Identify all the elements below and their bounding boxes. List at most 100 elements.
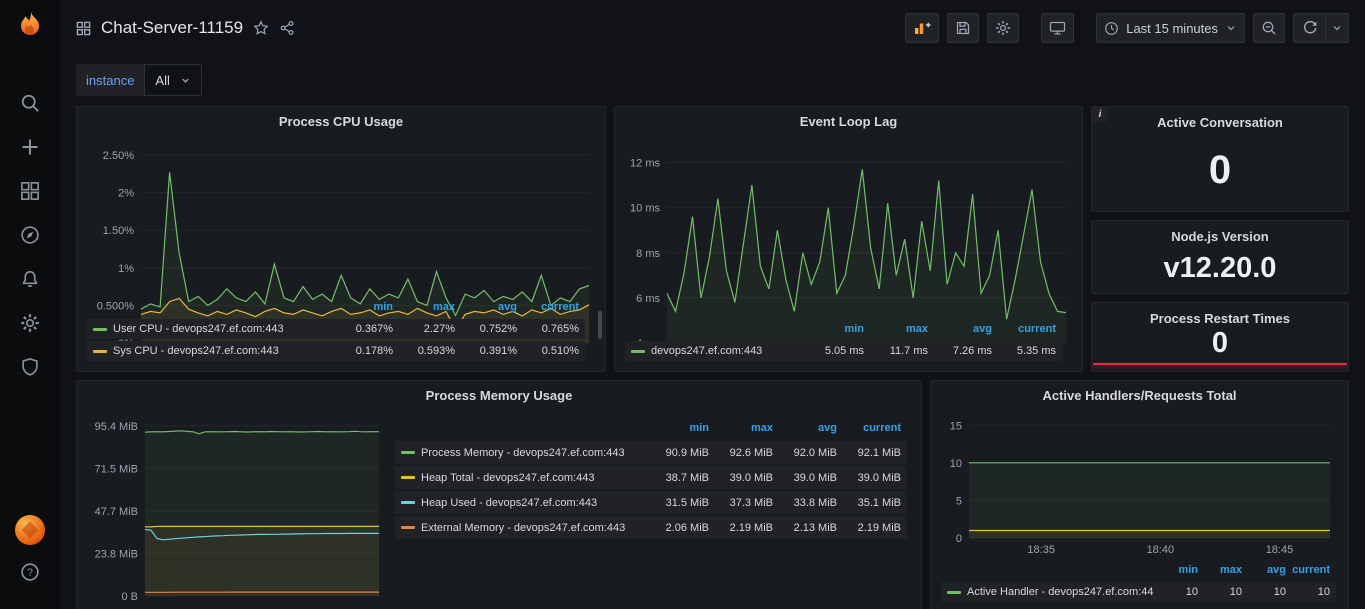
sidebar-item-search[interactable]	[19, 92, 41, 114]
legend-value: 2.06 MiB	[645, 522, 709, 534]
dashboard: instance All Process CPU Usage 0%0.500%1…	[60, 56, 1365, 609]
sidebar-item-create[interactable]	[19, 136, 41, 158]
grafana-logo[interactable]	[14, 10, 46, 42]
panel-title[interactable]: Process Restart Times	[1092, 303, 1348, 326]
share-icon[interactable]	[279, 20, 295, 36]
legend-header[interactable]: avg	[1242, 564, 1286, 576]
legend-header[interactable]: max	[1198, 564, 1242, 576]
legend-row[interactable]: Sys CPU - devops247.ef.com:4430.178%0.59…	[87, 341, 585, 361]
legend-row[interactable]: devops247.ef.com:4435.05 ms11.7 ms7.26 m…	[625, 341, 1062, 361]
series-name[interactable]: Active Handler - devops247.ef.com:443	[967, 586, 1154, 598]
svg-text:12 ms: 12 ms	[630, 158, 660, 170]
svg-text:5: 5	[956, 495, 962, 507]
sidebar-item-explore[interactable]	[19, 224, 41, 246]
variable-value-dropdown[interactable]: All	[144, 64, 201, 96]
legend-header[interactable]: avg	[928, 323, 992, 335]
series-name[interactable]: Heap Total - devops247.ef.com:443	[421, 472, 594, 484]
sidebar-item-server-admin[interactable]	[19, 356, 41, 378]
sidebar-item-help[interactable]: ?	[19, 561, 41, 583]
chevron-down-icon	[1331, 22, 1343, 34]
series-name[interactable]: Process Memory - devops247.ef.com:443	[421, 447, 625, 459]
legend-header[interactable]: min	[645, 422, 709, 434]
svg-text:2.50%: 2.50%	[103, 150, 134, 162]
legend-row[interactable]: User CPU - devops247.ef.com:4430.367%2.2…	[87, 319, 585, 339]
cycle-view-button[interactable]	[1041, 13, 1074, 43]
legend-value: 38.7 MiB	[645, 472, 709, 484]
legend-value: 0.593%	[393, 345, 455, 357]
legend-row[interactable]: External Memory - devops247.ef.com:443 2.…	[395, 516, 907, 539]
legend-header[interactable]: min	[1154, 564, 1198, 576]
series-color-icon	[93, 350, 107, 353]
svg-text:2%: 2%	[118, 188, 134, 200]
legend-header[interactable]: max	[709, 422, 773, 434]
panel-process-memory-usage: Process Memory Usage 0 B23.8 MiB47.7 MiB…	[76, 380, 922, 609]
svg-text:10: 10	[950, 458, 962, 470]
legend-header[interactable]: current	[837, 422, 901, 434]
panel-process-cpu-usage: Process CPU Usage 0%0.500%1%1.50%2%2.50%…	[76, 106, 606, 372]
user-avatar[interactable]	[15, 515, 45, 545]
series-name[interactable]: devops247.ef.com:443	[651, 345, 762, 357]
svg-text:18:40: 18:40	[1147, 544, 1175, 556]
legend-value: 31.5 MiB	[645, 497, 709, 509]
legend-value: 2.19 MiB	[837, 522, 901, 534]
star-icon[interactable]	[253, 20, 269, 36]
add-panel-button[interactable]	[905, 13, 939, 43]
svg-text:6 ms: 6 ms	[636, 293, 660, 305]
memory-legend: minmaxavgcurrent Process Memory - devops2…	[395, 416, 907, 609]
gear-icon	[995, 20, 1011, 36]
handlers-chart[interactable]: 05101518:3518:4018:45	[939, 408, 1340, 558]
sidebar-item-dashboards[interactable]	[19, 180, 41, 202]
legend-value: 0.752%	[455, 323, 517, 335]
sidebar-item-configuration[interactable]	[19, 312, 41, 334]
panel-title[interactable]: Process Memory Usage	[77, 381, 921, 406]
panel-title[interactable]: Node.js Version	[1092, 221, 1348, 244]
legend-row[interactable]: Process Memory - devops247.ef.com:44390.…	[395, 441, 907, 464]
refresh-interval-dropdown[interactable]	[1325, 13, 1349, 43]
refresh-button[interactable]	[1293, 13, 1325, 43]
legend-row[interactable]: Active Handler - devops247.ef.com:443101…	[941, 582, 1336, 602]
legend-header[interactable]: current	[1286, 564, 1330, 576]
legend-value: 10	[1242, 586, 1286, 598]
panel-title[interactable]: Active Conversation	[1092, 107, 1348, 130]
series-name[interactable]: User CPU - devops247.ef.com:443	[113, 323, 284, 335]
monitor-icon	[1049, 20, 1066, 36]
time-range-picker[interactable]: Last 15 minutes	[1096, 13, 1245, 43]
series-color-icon	[401, 526, 415, 529]
dashboard-settings-button[interactable]	[987, 13, 1019, 43]
legend-row[interactable]: Heap Total - devops247.ef.com:443 38.7 Mi…	[395, 466, 907, 489]
memory-chart[interactable]: 0 B23.8 MiB47.7 MiB71.5 MiB95.4 MiB	[83, 408, 389, 609]
legend-header[interactable]: min	[331, 301, 393, 313]
panel-title[interactable]: Process CPU Usage	[77, 107, 605, 132]
legend-row[interactable]: Heap Used - devops247.ef.com:443 31.5 MiB…	[395, 491, 907, 514]
cpu-chart[interactable]: 0%0.500%1%1.50%2%2.50%18:3218:3418:3618:…	[83, 134, 599, 297]
legend-header[interactable]: min	[800, 323, 864, 335]
legend-header[interactable]: avg	[773, 422, 837, 434]
series-name[interactable]: External Memory - devops247.ef.com:443	[421, 522, 625, 534]
legend-value: 5.35 ms	[992, 345, 1056, 357]
legend-header[interactable]: current	[517, 301, 579, 313]
variable-label[interactable]: instance	[76, 64, 144, 96]
sidebar-item-alerting[interactable]	[19, 268, 41, 290]
series-color-icon	[93, 328, 107, 331]
series-name[interactable]: Heap Used - devops247.ef.com:443	[421, 497, 597, 509]
legend-scrollbar[interactable]	[598, 311, 602, 339]
legend-header-row: minmaxavgcurrent	[941, 560, 1336, 580]
svg-text:10 ms: 10 ms	[630, 203, 660, 215]
add-panel-icon	[913, 20, 931, 36]
zoom-out-button[interactable]	[1253, 13, 1285, 43]
dashboard-title[interactable]: Chat-Server-11159	[101, 18, 243, 38]
save-dashboard-button[interactable]	[947, 13, 979, 43]
legend-header[interactable]: max	[864, 323, 928, 335]
panel-title[interactable]: Event Loop Lag	[615, 107, 1082, 132]
legend-header[interactable]: avg	[455, 301, 517, 313]
panel-title[interactable]: Active Handlers/Requests Total	[931, 381, 1348, 406]
panel-info-icon[interactable]: i	[1092, 107, 1108, 122]
event-loop-chart[interactable]: 4 ms6 ms8 ms10 ms12 ms18:3218:3418:3618:…	[621, 134, 1076, 319]
legend-header[interactable]: current	[992, 323, 1056, 335]
legend-header[interactable]: max	[393, 301, 455, 313]
svg-text:15: 15	[950, 420, 962, 432]
series-color-icon	[401, 451, 415, 454]
series-name[interactable]: Sys CPU - devops247.ef.com:443	[113, 345, 279, 357]
series-color-icon	[631, 350, 645, 353]
sidebar: ?	[0, 0, 60, 609]
